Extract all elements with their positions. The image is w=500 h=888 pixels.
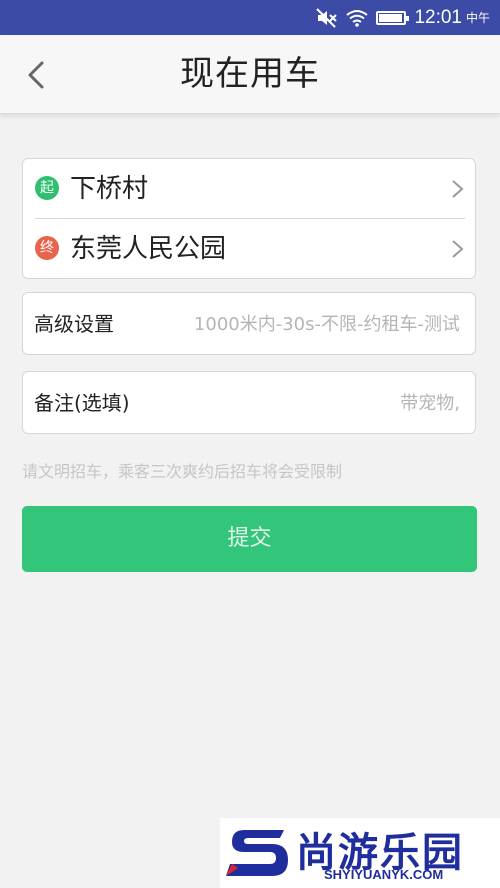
hint-text: 请文明招车，乘客三次爽约后招车将会受限制 xyxy=(22,462,343,481)
advanced-settings-row[interactable]: 高级设置 1000米内-30s-不限-约租车-测试 xyxy=(22,292,476,355)
mute-icon xyxy=(316,7,338,28)
start-badge: 起 xyxy=(35,176,59,200)
chevron-right-icon xyxy=(452,180,464,198)
status-ampm: 中午 xyxy=(465,11,490,25)
title-bar: 现在用车 xyxy=(0,35,500,114)
watermark-logo: 尚游乐园 SHYIYUANYK.COM xyxy=(220,818,500,888)
note-placeholder: 带宠物, xyxy=(400,393,460,414)
advanced-settings-label: 高级设置 xyxy=(34,312,114,336)
end-location-row[interactable]: 终 东莞人民公园 xyxy=(23,219,475,279)
chevron-right-icon xyxy=(452,240,464,258)
advanced-settings-value: 1000米内-30s-不限-约租车-测试 xyxy=(193,314,460,335)
end-badge: 终 xyxy=(35,236,59,260)
start-location-row[interactable]: 起 下桥村 xyxy=(23,159,475,219)
route-card: 起 下桥村 终 东莞人民公园 xyxy=(22,158,476,279)
logo-s-icon xyxy=(226,830,288,876)
start-location: 下桥村 xyxy=(70,174,149,204)
status-time: 12:01 xyxy=(414,6,462,28)
wifi-icon xyxy=(346,9,369,27)
back-button[interactable] xyxy=(18,55,58,95)
note-field[interactable]: 备注(选填) 带宠物, xyxy=(22,371,476,434)
submit-button[interactable]: 提交 xyxy=(22,506,477,572)
note-label: 备注(选填) xyxy=(34,391,130,415)
status-bar: 12:01 中午 xyxy=(0,0,500,35)
watermark-url: SHYIYUANYK.COM xyxy=(324,867,444,882)
chevron-left-icon xyxy=(28,61,44,89)
battery-icon xyxy=(376,10,410,25)
page-title: 现在用车 xyxy=(180,54,320,94)
end-location: 东莞人民公园 xyxy=(70,234,227,264)
